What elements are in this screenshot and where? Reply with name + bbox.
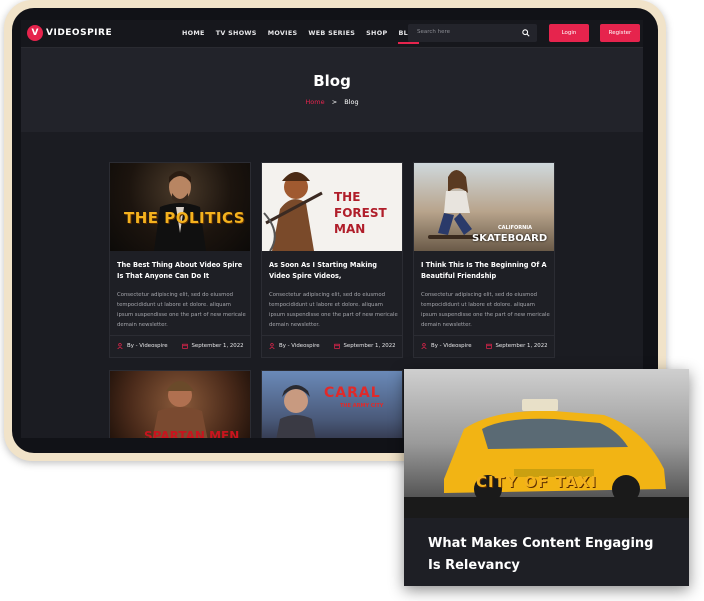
- page-header: Blog Home > Blog: [21, 48, 643, 132]
- card-image-caption-sub: THE ARMY CITY: [340, 403, 384, 409]
- card-image[interactable]: CARAL THE ARMY CITY: [262, 371, 402, 438]
- card-excerpt: Consectetur adipiscing elit, sed do eius…: [269, 292, 398, 328]
- card-meta: By - Videospire September 1, 2022: [117, 343, 244, 349]
- register-button[interactable]: Register: [600, 24, 640, 42]
- card-divider: [110, 335, 250, 336]
- card-excerpt: Consectetur adipiscing elit, sed do eius…: [117, 292, 246, 328]
- page-title: Blog: [313, 72, 351, 90]
- search-icon[interactable]: [522, 29, 530, 37]
- author-label: By - Videospire: [279, 343, 320, 349]
- card-image-caption: THE FOREST MAN: [334, 190, 387, 236]
- card-image-caption: CARAL: [324, 385, 381, 401]
- card-title[interactable]: I Think This Is The Beginning Of A Beaut…: [421, 260, 549, 282]
- blog-card[interactable]: THE POLITICS The Best Thing About Video …: [109, 162, 251, 358]
- card-author[interactable]: By - Videospire: [421, 343, 472, 349]
- logo-icon[interactable]: V: [27, 25, 43, 41]
- search-input[interactable]: Search here: [408, 24, 537, 42]
- breadcrumb-home[interactable]: Home: [305, 98, 324, 106]
- user-icon: [421, 343, 427, 349]
- card-image[interactable]: SPARTAN MEN: [110, 371, 250, 438]
- author-label: By - Videospire: [127, 343, 168, 349]
- breadcrumb-current: Blog: [344, 98, 359, 106]
- date-label: September 1, 2022: [495, 343, 548, 349]
- card-image[interactable]: THE POLITICS: [110, 163, 250, 251]
- nav-movies[interactable]: MOVIES: [268, 29, 298, 37]
- nav-home[interactable]: HOME: [182, 29, 205, 37]
- breadcrumb-separator: >: [331, 98, 338, 106]
- nav-tv-shows[interactable]: TV SHOWS: [216, 29, 257, 37]
- blog-card[interactable]: THE FOREST MAN As Soon As I Starting Mak…: [261, 162, 403, 358]
- featured-card-image-caption: CITY OF TAXI: [476, 473, 597, 491]
- search-placeholder: Search here: [417, 29, 451, 35]
- date-label: September 1, 2022: [343, 343, 396, 349]
- user-icon: [117, 343, 123, 349]
- main-menu: HOME TV SHOWS MOVIES WEB SERIES SHOP BLO…: [182, 29, 419, 44]
- featured-card-title[interactable]: What Makes Content Engaging Is Relevancy: [428, 533, 668, 577]
- card-excerpt: Consectetur adipiscing elit, sed do eius…: [421, 292, 550, 328]
- logo-text[interactable]: VIDEOSPIRE: [46, 28, 112, 38]
- card-meta: By - Videospire September 1, 2022: [421, 343, 548, 349]
- card-image-caption: SKATEBOARD: [472, 233, 548, 244]
- login-button[interactable]: Login: [549, 24, 589, 42]
- card-divider: [262, 335, 402, 336]
- user-icon: [269, 343, 275, 349]
- card-title[interactable]: The Best Thing About Video Spire Is That…: [117, 260, 245, 282]
- card-image[interactable]: THE FOREST MAN: [262, 163, 402, 251]
- featured-blog-card[interactable]: CITY OF TAXI What Makes Content Engaging…: [404, 369, 689, 586]
- card-image-caption-top: CALIFORNIA: [498, 225, 533, 231]
- card-image-caption: SPARTAN MEN: [144, 429, 240, 438]
- card-title[interactable]: As Soon As I Starting Making Video Spire…: [269, 260, 397, 282]
- calendar-icon: [333, 343, 340, 349]
- card-date: September 1, 2022: [333, 343, 396, 349]
- card-author[interactable]: By - Videospire: [117, 343, 168, 349]
- nav-shop[interactable]: SHOP: [366, 29, 387, 37]
- calendar-icon: [485, 343, 492, 349]
- card-date: September 1, 2022: [181, 343, 244, 349]
- card-image-caption: THE POLITICS: [124, 209, 246, 227]
- featured-card-image[interactable]: CITY OF TAXI: [404, 369, 689, 518]
- blog-card[interactable]: CARAL THE ARMY CITY: [261, 370, 403, 438]
- blog-card[interactable]: CALIFORNIA SKATEBOARD I Think This Is Th…: [413, 162, 555, 358]
- nav-web-series[interactable]: WEB SERIES: [308, 29, 355, 37]
- card-divider: [414, 335, 554, 336]
- date-label: September 1, 2022: [191, 343, 244, 349]
- breadcrumb: Home > Blog: [21, 98, 643, 106]
- blog-card[interactable]: SPARTAN MEN: [109, 370, 251, 438]
- card-author[interactable]: By - Videospire: [269, 343, 320, 349]
- card-meta: By - Videospire September 1, 2022: [269, 343, 396, 349]
- top-navbar: V VIDEOSPIRE HOME TV SHOWS MOVIES WEB SE…: [21, 20, 643, 48]
- card-date: September 1, 2022: [485, 343, 548, 349]
- author-label: By - Videospire: [431, 343, 472, 349]
- card-image[interactable]: CALIFORNIA SKATEBOARD: [414, 163, 554, 251]
- calendar-icon: [181, 343, 188, 349]
